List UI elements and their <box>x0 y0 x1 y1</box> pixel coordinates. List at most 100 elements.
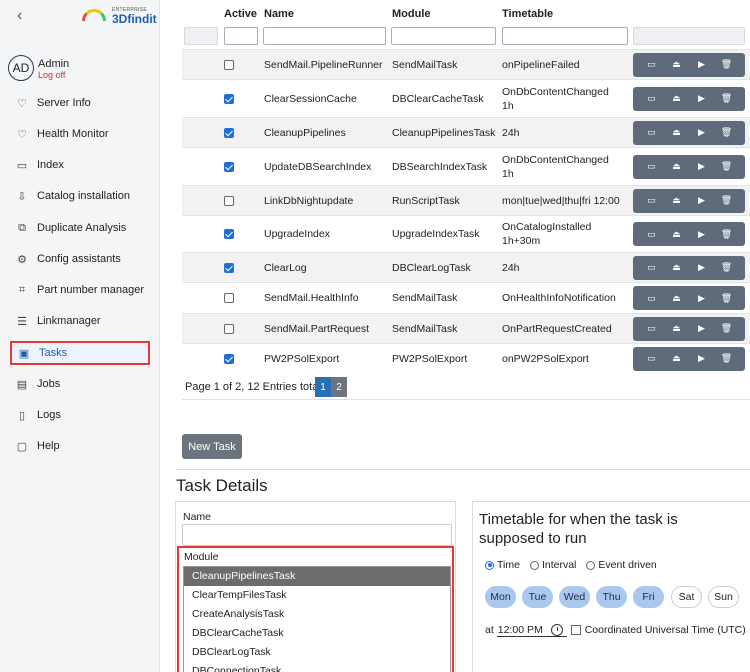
edit-icon[interactable]: ▭ <box>645 293 659 304</box>
sidebar-item-config-assistants[interactable]: ⚙ Config assistants <box>10 247 150 271</box>
edit-icon[interactable]: ▭ <box>645 161 659 172</box>
filter-active-input[interactable] <box>224 27 258 45</box>
active-checkbox[interactable] <box>224 59 234 70</box>
edit-icon[interactable]: ▭ <box>645 127 659 138</box>
module-dropdown-list[interactable]: CleanupPipelinesTask ClearTempFilesTask Cr… <box>183 566 451 672</box>
delete-icon[interactable]: 🗑 <box>720 93 734 104</box>
sidebar-item-catalog-installation[interactable]: ⇩ Catalog installation <box>10 184 150 208</box>
filter-module-input[interactable] <box>391 27 496 45</box>
utc-label[interactable]: Coordinated Universal Time (UTC) <box>585 624 746 636</box>
table-row[interactable]: PW2PSolExport PW2PSolExport onPW2PSolExpor… <box>182 343 750 373</box>
back-chevron-icon[interactable]: ‹ <box>17 7 22 25</box>
run-icon[interactable]: ▶ <box>695 195 709 206</box>
edit-icon[interactable]: ▭ <box>645 262 659 273</box>
active-checkbox[interactable] <box>224 293 234 303</box>
active-checkbox[interactable] <box>224 323 234 334</box>
page-button-1[interactable]: 1 <box>315 377 331 397</box>
delete-icon[interactable]: 🗑 <box>720 161 734 172</box>
logoff-link[interactable]: Log off <box>38 70 65 80</box>
module-option[interactable]: CleanupPipelinesTask <box>184 567 450 586</box>
save-icon[interactable]: ⏏ <box>670 195 684 206</box>
delete-icon[interactable]: 🗑 <box>720 195 734 206</box>
radio-event-driven-label[interactable]: Event driven <box>598 559 656 571</box>
save-icon[interactable]: ⏏ <box>670 323 684 334</box>
table-row[interactable]: ClearSessionCache DBClearCacheTask OnDbCon… <box>182 79 750 117</box>
active-checkbox[interactable] <box>224 262 234 273</box>
radio-interval-label[interactable]: Interval <box>542 559 576 571</box>
active-checkbox[interactable] <box>224 127 234 138</box>
day-toggle-mon[interactable]: Mon <box>485 586 516 608</box>
day-toggle-sat[interactable]: Sat <box>671 586 702 608</box>
delete-icon[interactable]: 🗑 <box>720 293 734 304</box>
new-task-button[interactable]: New Task <box>182 434 242 459</box>
radio-interval[interactable] <box>529 560 539 570</box>
edit-icon[interactable]: ▭ <box>645 353 659 364</box>
edit-icon[interactable]: ▭ <box>645 195 659 206</box>
page-button-2[interactable]: 2 <box>331 377 347 397</box>
save-icon[interactable]: ⏏ <box>670 353 684 364</box>
clock-icon[interactable] <box>550 624 563 636</box>
save-icon[interactable]: ⏏ <box>670 59 684 70</box>
run-icon[interactable]: ▶ <box>695 229 709 240</box>
run-icon[interactable]: ▶ <box>695 293 709 304</box>
run-icon[interactable]: ▶ <box>695 59 709 70</box>
table-row[interactable]: ClearLog DBClearLogTask 24h ▭ ⏏ ▶ 🗑 <box>182 252 750 282</box>
save-icon[interactable]: ⏏ <box>670 93 684 104</box>
run-icon[interactable]: ▶ <box>695 93 709 104</box>
module-option[interactable]: CreateAnalysisTask <box>184 605 450 624</box>
day-toggle-sun[interactable]: Sun <box>708 586 739 608</box>
active-checkbox[interactable] <box>224 161 234 172</box>
avatar[interactable]: AD <box>8 55 34 81</box>
table-row[interactable]: LinkDbNightupdate RunScriptTask mon|tue|we… <box>182 185 750 215</box>
sidebar-item-duplicate-analysis[interactable]: ⧉ Duplicate Analysis <box>10 216 150 240</box>
day-toggle-thu[interactable]: Thu <box>596 586 627 608</box>
time-input[interactable]: 12:00 PM <box>498 624 543 636</box>
active-checkbox[interactable] <box>224 93 234 104</box>
sidebar-item-health-monitor[interactable]: ♡ Health Monitor <box>10 122 150 146</box>
delete-icon[interactable]: 🗑 <box>720 262 734 273</box>
save-icon[interactable]: ⏏ <box>670 262 684 273</box>
run-icon[interactable]: ▶ <box>695 262 709 273</box>
run-icon[interactable]: ▶ <box>695 323 709 334</box>
table-row[interactable]: UpgradeIndex UpgradeIndexTask OnCatalogIns… <box>182 215 750 252</box>
sidebar-item-part-number-manager[interactable]: ⌗ Part number manager <box>10 278 150 302</box>
sidebar-item-help[interactable]: ▢ Help <box>10 434 150 458</box>
name-field[interactable] <box>182 524 452 546</box>
active-checkbox[interactable] <box>224 195 234 206</box>
col-header-name[interactable]: Name <box>264 8 294 20</box>
run-icon[interactable]: ▶ <box>695 127 709 138</box>
day-toggle-wed[interactable]: Wed <box>559 586 590 608</box>
edit-icon[interactable]: ▭ <box>645 93 659 104</box>
module-option[interactable]: DBConnectionTask <box>184 662 450 672</box>
active-checkbox[interactable] <box>224 229 234 239</box>
module-option[interactable]: DBClearLogTask <box>184 643 450 662</box>
day-toggle-tue[interactable]: Tue <box>522 586 553 608</box>
sidebar-item-server-info[interactable]: ♡ Server Info <box>10 91 150 115</box>
save-icon[interactable]: ⏏ <box>670 127 684 138</box>
table-row[interactable]: UpdateDBSearchIndex DBSearchIndexTask OnDb… <box>182 147 750 185</box>
day-toggle-fri[interactable]: Fri <box>633 586 664 608</box>
sidebar-item-index[interactable]: ▭ Index <box>10 153 150 177</box>
col-header-timetable[interactable]: Timetable <box>502 8 553 20</box>
sidebar-item-logs[interactable]: ▯ Logs <box>10 403 150 427</box>
edit-icon[interactable]: ▭ <box>645 323 659 334</box>
active-checkbox[interactable] <box>224 353 234 364</box>
delete-icon[interactable]: 🗑 <box>720 229 734 240</box>
delete-icon[interactable]: 🗑 <box>720 323 734 334</box>
edit-icon[interactable]: ▭ <box>645 59 659 70</box>
table-row[interactable]: SendMail.HealthInfo SendMailTask OnHealthI… <box>182 282 750 313</box>
module-option[interactable]: DBClearCacheTask <box>184 624 450 643</box>
col-header-active[interactable]: Active <box>224 8 257 20</box>
radio-time-label[interactable]: Time <box>497 559 520 571</box>
run-icon[interactable]: ▶ <box>695 353 709 364</box>
save-icon[interactable]: ⏏ <box>670 293 684 304</box>
run-icon[interactable]: ▶ <box>695 161 709 172</box>
radio-event-driven[interactable] <box>586 560 596 570</box>
filter-name-input[interactable] <box>263 27 386 45</box>
table-row[interactable]: SendMail.PipelineRunner SendMailTask onPip… <box>182 49 750 79</box>
delete-icon[interactable]: 🗑 <box>720 59 734 70</box>
save-icon[interactable]: ⏏ <box>670 229 684 240</box>
radio-time[interactable] <box>485 560 494 570</box>
module-option[interactable]: ClearTempFilesTask <box>184 586 450 605</box>
delete-icon[interactable]: 🗑 <box>720 127 734 138</box>
